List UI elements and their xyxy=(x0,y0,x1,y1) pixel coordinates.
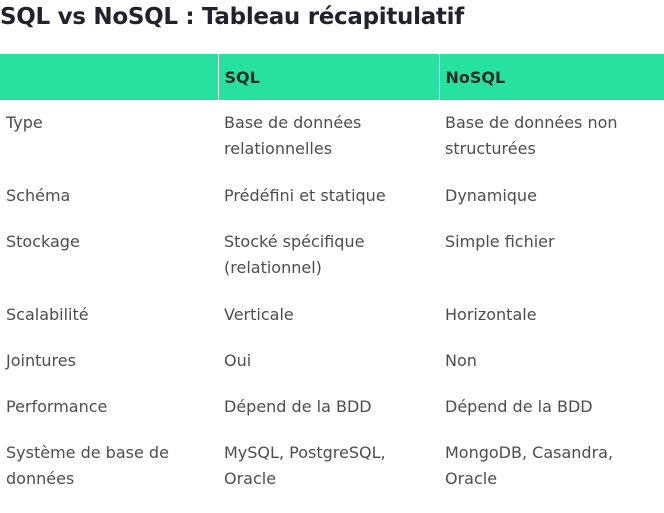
table-row: Type Base de données relationnelles Base… xyxy=(0,100,664,173)
nosql-cell: Non xyxy=(445,351,477,370)
sql-cell: Oui xyxy=(224,351,252,370)
sql-cell: Stocké spécifique (relationnel) xyxy=(224,232,365,277)
header-cell-sql: SQL xyxy=(217,54,439,100)
row-label: Type xyxy=(6,113,43,132)
row-label: Performance xyxy=(6,397,108,416)
table-header-row: SQL NoSQL xyxy=(0,54,664,100)
nosql-cell: Dynamique xyxy=(445,186,537,205)
sql-cell: Prédéfini et statique xyxy=(224,186,386,205)
row-label: Stockage xyxy=(6,232,80,251)
header-cell-empty xyxy=(0,54,218,100)
nosql-cell: Dépend de la BDD xyxy=(445,397,593,416)
row-label: Scalabilité xyxy=(6,305,89,324)
table-row: Scalabilité Verticale Horizontale xyxy=(0,292,664,338)
page-title: SQL vs NoSQL : Tableau récapitulatif xyxy=(0,4,464,30)
nosql-cell: Horizontale xyxy=(445,305,537,324)
row-label: Système de base de données xyxy=(6,443,169,488)
table-row: Jointures Oui Non xyxy=(0,338,664,384)
comparison-table: SQL NoSQL Type Base de données relationn… xyxy=(0,54,664,506)
sql-cell: MySQL, PostgreSQL, Oracle xyxy=(224,443,386,488)
sql-cell: Dépend de la BDD xyxy=(224,397,372,416)
sql-cell: Base de données relationnelles xyxy=(224,113,362,158)
row-label: Jointures xyxy=(6,351,76,370)
table-row: Stockage Stocké spécifique (relationnel)… xyxy=(0,219,664,292)
header-cell-nosql: NoSQL xyxy=(438,54,664,100)
sql-cell: Verticale xyxy=(224,305,294,324)
row-label: Schéma xyxy=(6,186,71,205)
table-row: Système de base de données MySQL, Postgr… xyxy=(0,430,664,506)
nosql-cell: Simple fichier xyxy=(445,232,555,251)
table-row: Performance Dépend de la BDD Dépend de l… xyxy=(0,384,664,430)
nosql-cell: Base de données non structurées xyxy=(445,113,618,158)
table-row: Schéma Prédéfini et statique Dynamique xyxy=(0,173,664,219)
nosql-cell: MongoDB, Casandra, Oracle xyxy=(445,443,614,488)
